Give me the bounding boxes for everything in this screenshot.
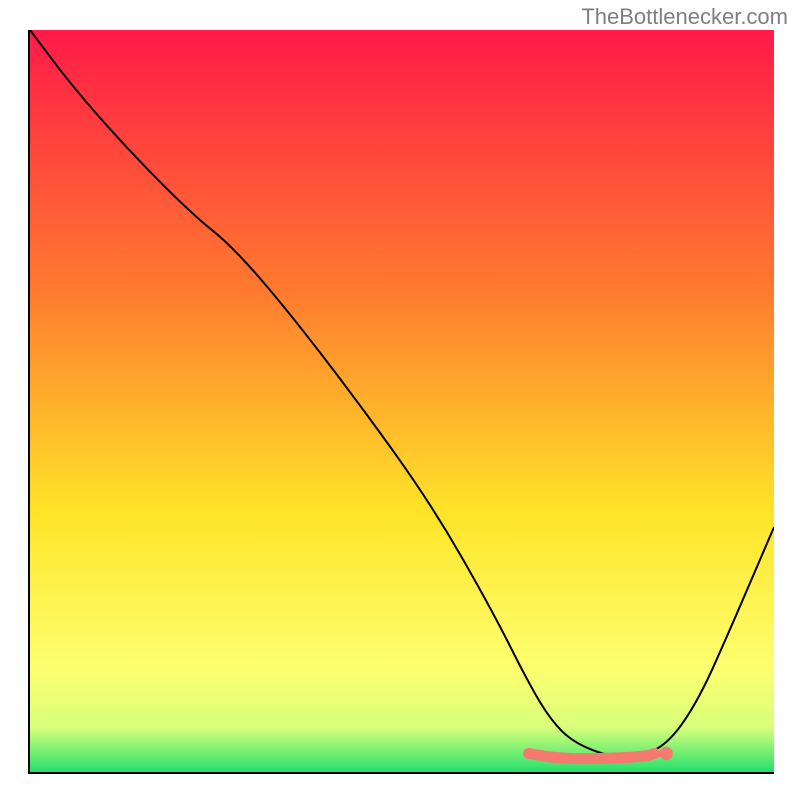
recommended-point	[659, 747, 672, 760]
chart-svg	[30, 30, 774, 772]
recommended-range	[528, 753, 654, 758]
gradient-background	[30, 30, 774, 772]
chart-area	[28, 30, 774, 774]
attribution-label: TheBottlenecker.com	[581, 4, 788, 30]
